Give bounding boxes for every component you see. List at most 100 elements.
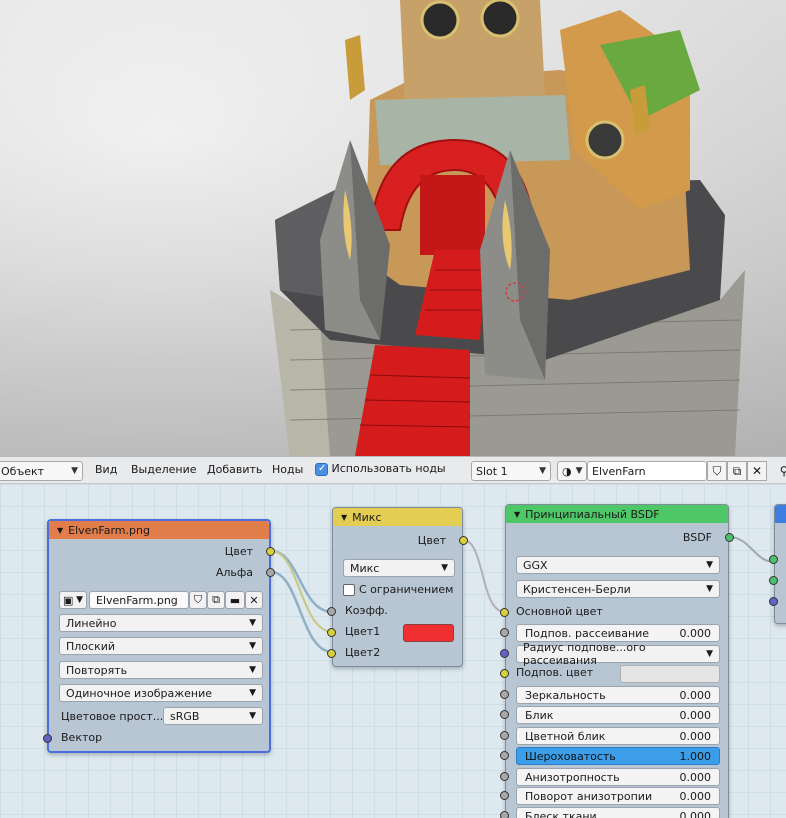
input-surface-socket[interactable]	[769, 555, 778, 564]
extension-select[interactable]: Повторять ▼	[59, 661, 263, 679]
sheen-field[interactable]: Блеск ткани 0.000	[516, 807, 720, 818]
subsurface-radius-select[interactable]: Радиус подпове...ого рассеивания ▼	[516, 641, 720, 667]
input-volume-socket[interactable]	[769, 576, 778, 585]
duplicate-icon[interactable]: ⧉	[727, 461, 747, 481]
3d-viewport[interactable]	[0, 0, 786, 456]
input-specular-socket[interactable]	[500, 710, 509, 719]
principled-bsdf-node[interactable]: ▼ Принципиальный BSDF BSDF GGX ▼ Кристенс…	[500, 504, 734, 818]
subsurface-field[interactable]: Подпов. рассеивание 0.000	[516, 624, 720, 642]
source-select[interactable]: Одиночное изображение ▼	[59, 684, 263, 702]
input-subsurface-radius-socket[interactable]	[500, 649, 509, 658]
roughness-field[interactable]: Шероховатость 1.000	[516, 747, 720, 765]
output-node-header[interactable]	[775, 505, 786, 523]
projection-select[interactable]: Плоский ▼	[59, 637, 263, 655]
use-nodes-checkbox[interactable]	[315, 462, 328, 476]
tower-model	[270, 0, 745, 456]
input-roughness-socket[interactable]	[500, 751, 509, 760]
bsdf-node-title: Принципиальный BSDF	[525, 507, 660, 521]
anisotropic-rotation-label: Поворот анизотропии	[525, 789, 653, 803]
specular-field[interactable]: Блик 0.000	[516, 706, 720, 724]
input-fac-socket[interactable]	[327, 607, 336, 616]
input-color1-socket[interactable]	[327, 628, 336, 637]
collapse-icon[interactable]: ▼	[57, 526, 63, 535]
input-displacement-socket[interactable]	[769, 597, 778, 606]
pin-icon[interactable]: ⚲	[774, 461, 786, 481]
output-bsdf-socket[interactable]	[725, 533, 734, 542]
input-sheen-socket[interactable]	[500, 811, 509, 818]
slot-select[interactable]: Slot 1 ▼	[471, 461, 551, 481]
link-color-to-fac	[270, 549, 334, 614]
close-icon[interactable]: ✕	[747, 461, 767, 481]
output-alpha-label: Альфа	[215, 566, 253, 579]
menu-select[interactable]: Выделение	[131, 463, 197, 476]
node-editor-canvas[interactable]: ▼ ElvenFarm.png Цвет Альфа ▣ ▼ ElvenFarm.…	[0, 484, 786, 818]
specular-tint-field[interactable]: Цветной блик 0.000	[516, 727, 720, 745]
anisotropic-rotation-field[interactable]: Поворот анизотропии 0.000	[516, 787, 720, 805]
output-color-socket[interactable]	[459, 536, 468, 545]
sheen-value: 0.000	[679, 809, 712, 818]
clamp-toggle[interactable]: С ограничением	[343, 583, 453, 596]
input-base-color-socket[interactable]	[500, 608, 509, 617]
fake-user-shield-icon[interactable]: ⛉	[189, 591, 207, 609]
folder-icon[interactable]: ▬	[225, 591, 245, 609]
anisotropic-value: 0.000	[679, 770, 712, 784]
object-mode-select[interactable]: Объект ▼	[0, 461, 83, 481]
slot-label: Slot 1	[476, 464, 508, 478]
specular-tint-value: 0.000	[679, 729, 712, 743]
chevron-down-icon: ▼	[249, 641, 256, 651]
roughness-label: Шероховатость	[525, 749, 616, 763]
input-anisotropic-rotation-socket[interactable]	[500, 791, 509, 800]
blend-type-select[interactable]: Микс ▼	[343, 559, 455, 577]
subsurface-label: Подпов. рассеивание	[525, 626, 650, 640]
chevron-down-icon: ▼	[249, 618, 256, 628]
mix-node-header[interactable]: ▼ Микс	[333, 508, 462, 526]
close-icon[interactable]: ✕	[245, 591, 263, 609]
input-specular-tint-socket[interactable]	[500, 731, 509, 740]
bsdf-node-header[interactable]: ▼ Принципиальный BSDF	[506, 505, 728, 523]
image-name-field[interactable]: ElvenFarm.png	[89, 591, 189, 609]
subsurface-value: 0.000	[679, 626, 712, 640]
material-output-node[interactable]	[769, 504, 786, 624]
clamp-checkbox[interactable]	[343, 584, 355, 596]
material-name-field[interactable]: ElvenFarn	[587, 461, 707, 481]
anisotropic-field[interactable]: Анизотропность 0.000	[516, 768, 720, 786]
link-bsdf-to-output	[728, 536, 775, 563]
subsurface-color-swatch[interactable]	[620, 665, 720, 683]
collapse-icon[interactable]: ▼	[514, 510, 520, 519]
input-color2-label: Цвет2	[345, 646, 381, 659]
metallic-field[interactable]: Зеркальность 0.000	[516, 686, 720, 704]
object-mode-label: Объект	[1, 464, 45, 478]
link-color-to-color1	[270, 550, 334, 633]
image-browse-button[interactable]: ▣ ▼	[59, 591, 87, 609]
distribution-select[interactable]: GGX ▼	[516, 556, 720, 574]
input-subsurface-socket[interactable]	[500, 628, 509, 637]
interpolation-select[interactable]: Линейно ▼	[59, 614, 263, 632]
image-texture-node[interactable]: ▼ ElvenFarm.png Цвет Альфа ▣ ▼ ElvenFarm.…	[43, 519, 275, 753]
color1-swatch[interactable]	[403, 624, 454, 642]
menu-add[interactable]: Добавить	[207, 463, 262, 476]
output-alpha-socket[interactable]	[266, 568, 275, 577]
mix-rgb-node[interactable]: ▼ Микс Цвет Микс ▼ С ограничением Коэфф. …	[327, 507, 468, 667]
fake-user-shield-icon[interactable]: ⛉	[707, 461, 727, 481]
use-nodes-toggle[interactable]: Использовать ноды	[315, 462, 446, 476]
input-color2-socket[interactable]	[327, 649, 336, 658]
menu-node[interactable]: Ноды	[272, 463, 303, 476]
input-subsurface-color-socket[interactable]	[500, 669, 509, 678]
image-node-header[interactable]: ▼ ElvenFarm.png	[49, 521, 269, 539]
input-vector-socket[interactable]	[43, 734, 52, 743]
duplicate-icon[interactable]: ⧉	[207, 591, 225, 609]
anisotropic-rotation-value: 0.000	[679, 789, 712, 803]
input-anisotropic-socket[interactable]	[500, 772, 509, 781]
chevron-down-icon: ▼	[706, 649, 713, 659]
subsurface-method-select[interactable]: Кристенсен-Берли ▼	[516, 580, 720, 598]
output-color-socket[interactable]	[266, 547, 275, 556]
chevron-down-icon: ▼	[706, 584, 713, 594]
input-metallic-socket[interactable]	[500, 690, 509, 699]
material-browse-button[interactable]: ◑ ▼	[557, 461, 587, 481]
input-vector-label: Вектор	[61, 731, 103, 744]
menu-view[interactable]: Вид	[95, 463, 117, 476]
collapse-icon[interactable]: ▼	[341, 513, 347, 522]
link-mix-to-basecolor	[462, 539, 506, 613]
colorspace-select[interactable]: sRGB ▼	[163, 707, 263, 725]
metallic-value: 0.000	[679, 688, 712, 702]
